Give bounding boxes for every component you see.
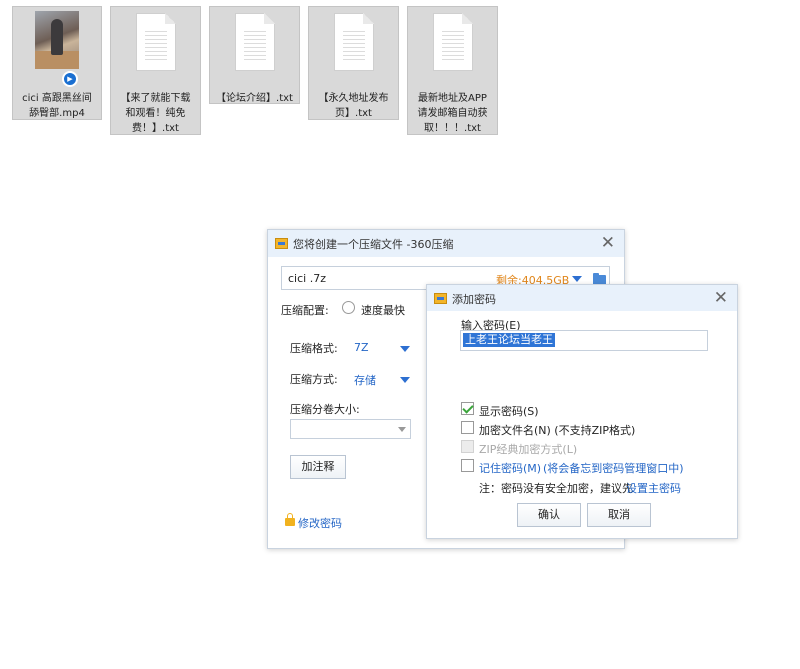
cancel-button[interactable]: 取消 <box>587 503 651 527</box>
file-name-line: 舔臀部.mp4 <box>29 108 85 119</box>
video-thumbnail <box>35 11 79 69</box>
file-name-line: 【来了就能下载 <box>120 93 191 104</box>
text-file-icon <box>432 13 473 71</box>
password-dialog: 添加密码 ✕ 输入密码(E) 上老王论坛当老王 显示密码(S) 加密文件名(N)… <box>426 284 738 539</box>
password-dialog-titlebar[interactable]: 添加密码 ✕ <box>427 285 737 311</box>
chevron-down-icon[interactable] <box>400 346 410 352</box>
remember-password-note: (将会备忘到密码管理窗口中) <box>543 462 684 475</box>
file-name-line: cici 高跟黑丝间 <box>22 93 92 104</box>
password-dialog-title: 添加密码 <box>452 293 496 306</box>
file-name-line: 取！！！.txt <box>424 123 481 134</box>
file-video-cici[interactable]: ▶ cici 高跟黑丝间 舔臀部.mp4 <box>12 6 102 120</box>
text-file-icon <box>234 13 275 71</box>
add-comment-button[interactable]: 加注释 <box>290 455 346 479</box>
config-label: 压缩配置: <box>281 304 329 317</box>
password-input[interactable]: 上老王论坛当老王 <box>460 330 708 351</box>
file-txt-forum-intro[interactable]: 【论坛介绍】.txt <box>209 6 300 104</box>
file-txt-download[interactable]: 【来了就能下载 和观看！纯免 费！】.txt <box>110 6 201 135</box>
file-name-line: 最新地址及APP <box>418 93 487 104</box>
split-size-combobox[interactable] <box>290 419 411 439</box>
set-master-password-link[interactable]: 设置主密码 <box>626 480 681 496</box>
file-name-line: 请发邮箱自动获 <box>417 108 488 119</box>
security-note: 注：密码没有安全加密，建议先 <box>479 482 633 495</box>
archive-app-icon <box>275 238 288 249</box>
encrypt-filenames-checkbox[interactable] <box>461 421 474 434</box>
remember-password-link[interactable]: 记住密码(M) <box>479 460 541 476</box>
close-icon[interactable]: ✕ <box>714 288 728 308</box>
text-file-icon <box>135 13 176 71</box>
chevron-down-icon[interactable] <box>398 427 406 432</box>
speed-fastest-radio[interactable] <box>342 301 355 314</box>
show-password-label[interactable]: 显示密码(S) <box>479 403 539 419</box>
format-select[interactable]: 7Z <box>354 341 369 354</box>
method-label: 压缩方式: <box>290 373 338 386</box>
file-name-line: 【永久地址发布 <box>318 93 389 104</box>
archive-app-icon <box>434 293 447 304</box>
compress-dialog-titlebar[interactable]: 您将创建一个压缩文件 -360压缩 ✕ <box>268 230 624 257</box>
format-label: 压缩格式: <box>290 342 338 355</box>
file-txt-latest-address[interactable]: 最新地址及APP 请发邮箱自动获 取！！！.txt <box>407 6 498 135</box>
archive-filename: cici .7z <box>288 272 326 285</box>
password-value: 上老王论坛当老王 <box>463 333 555 347</box>
close-icon[interactable]: ✕ <box>601 233 615 253</box>
chevron-down-icon[interactable] <box>400 377 410 383</box>
modify-password-link[interactable]: 修改密码 <box>298 515 342 531</box>
confirm-button[interactable]: 确认 <box>517 503 581 527</box>
file-txt-permanent-address[interactable]: 【永久地址发布 页】.txt <box>308 6 399 120</box>
zip-classic-checkbox <box>461 440 474 453</box>
method-select[interactable]: 存储 <box>354 372 376 388</box>
compress-dialog-title: 您将创建一个压缩文件 -360压缩 <box>293 238 454 251</box>
chevron-down-icon[interactable] <box>572 276 582 282</box>
file-name-line: 页】.txt <box>335 108 372 119</box>
file-name-line: 和观看！纯免 <box>125 108 186 119</box>
file-name-line: 费！】.txt <box>132 123 179 134</box>
remember-password-checkbox[interactable] <box>461 459 474 472</box>
split-size-label: 压缩分卷大小: <box>290 403 360 416</box>
player-badge-icon: ▶ <box>62 71 78 87</box>
speed-fastest-label[interactable]: 速度最快 <box>361 302 405 318</box>
zip-classic-label: ZIP经典加密方式(L) <box>479 443 578 456</box>
show-password-checkbox[interactable] <box>461 402 474 415</box>
text-file-icon <box>333 13 374 71</box>
file-name-line: 【论坛介绍】.txt <box>216 93 293 104</box>
encrypt-filenames-label[interactable]: 加密文件名(N) (不支持ZIP格式) <box>479 422 635 438</box>
lock-icon <box>285 513 295 526</box>
